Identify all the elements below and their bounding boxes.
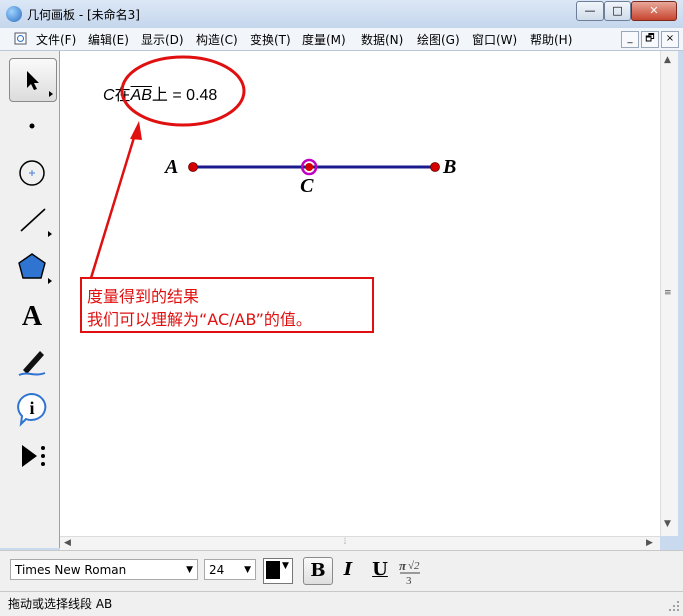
math-format-icon[interactable]: π √2 3 (397, 557, 423, 585)
font-size-value: 24 (209, 563, 225, 577)
label-a[interactable]: A (165, 156, 178, 179)
menu-measure[interactable]: 度量(M) (302, 31, 346, 48)
close-button[interactable]: ✕ (631, 1, 677, 21)
marker-tool[interactable] (9, 340, 55, 382)
menu-graph[interactable]: 绘图(G) (417, 31, 460, 48)
marker-icon (18, 351, 46, 376)
menu-edit[interactable]: 编辑(E) (88, 31, 129, 48)
menu-display[interactable]: 显示(D) (141, 31, 184, 48)
chevron-down-icon: ▼ (186, 565, 193, 575)
compass-tool[interactable] (9, 152, 55, 194)
font-size-select[interactable]: 24 ▼ (204, 559, 256, 580)
maximize-button[interactable]: □ (604, 1, 631, 21)
annotation-line-1: 度量得到的结果 (87, 287, 200, 306)
horizontal-scrollbar[interactable] (60, 536, 660, 551)
circle-icon (19, 160, 45, 186)
menu-construct[interactable]: 构造(C) (196, 31, 238, 48)
menu-transform[interactable]: 变换(T) (250, 31, 291, 48)
menu-help[interactable]: 帮助(H) (530, 31, 572, 48)
bold-button[interactable]: B (303, 557, 333, 585)
straightedge-tool[interactable] (9, 199, 55, 241)
italic-button[interactable]: I (334, 557, 362, 583)
scroll-right-arrow-icon[interactable]: ▶ (646, 538, 653, 548)
label-b[interactable]: B (443, 156, 456, 179)
color-swatch-icon (266, 561, 280, 579)
annotation-arrow-line (89, 130, 138, 279)
annotation-line-2: 我们可以理解为“AC/AB”的值。 (87, 310, 312, 329)
point-c[interactable] (305, 163, 314, 171)
svg-text:3: 3 (406, 575, 412, 585)
scroll-left-arrow-icon[interactable]: ◀ (64, 538, 71, 548)
scroll-grip-icon[interactable]: ≡ (664, 288, 672, 298)
point-icon (29, 123, 35, 129)
annotation-box[interactable]: 度量得到的结果 我们可以理解为“AC/AB”的值。 (80, 277, 374, 333)
custom-tool[interactable] (9, 436, 55, 478)
highlight-ellipse (120, 55, 246, 127)
menu-file[interactable]: 文件(F) (36, 31, 76, 48)
info-tool-glyph: i (29, 398, 34, 418)
text-color-picker[interactable]: ▼ (263, 558, 293, 584)
hscroll-grip-icon[interactable]: ⦙ (344, 537, 346, 547)
resize-grip-icon[interactable] (668, 600, 680, 612)
information-tool[interactable]: i (9, 388, 55, 430)
scroll-up-arrow-icon[interactable]: ▲ (664, 55, 671, 65)
select-arrow-tool[interactable] (9, 58, 57, 102)
document-icon[interactable] (14, 32, 27, 45)
svg-text:√2: √2 (408, 560, 420, 572)
polygon-tool[interactable] (9, 246, 55, 288)
menu-number[interactable]: 数据(N) (361, 31, 403, 48)
window-title: 几何画板 - [未命名3] (27, 8, 140, 22)
font-family-value: Times New Roman (15, 563, 127, 577)
point-b[interactable] (430, 162, 440, 172)
status-text: 拖动或选择线段 AB (8, 597, 113, 611)
svg-text:π: π (399, 558, 407, 573)
label-c[interactable]: C (300, 175, 313, 198)
doc-restore-button[interactable]: 🗗 (641, 31, 659, 48)
custom-tools-icon (22, 445, 45, 467)
minimize-button[interactable]: — (576, 1, 604, 21)
info-icon: i (17, 392, 47, 427)
chevron-down-icon: ▼ (282, 561, 289, 571)
scroll-down-arrow-icon[interactable]: ▼ (664, 519, 671, 529)
doc-minimize-button[interactable]: _ (621, 31, 639, 48)
point-a[interactable] (188, 162, 198, 172)
doc-close-button[interactable]: × (661, 31, 679, 48)
menu-window[interactable]: 窗口(W) (472, 31, 517, 48)
annotation-arrow-head (130, 121, 142, 140)
text-tool-glyph: A (22, 301, 43, 332)
font-family-select[interactable]: Times New Roman ▼ (10, 559, 198, 580)
underline-button[interactable]: U (366, 557, 394, 583)
text-tool[interactable]: A (9, 294, 55, 336)
text-icon: A (22, 301, 43, 332)
point-tool[interactable] (9, 106, 55, 148)
app-icon (6, 6, 22, 22)
chevron-down-icon: ▼ (244, 565, 251, 575)
